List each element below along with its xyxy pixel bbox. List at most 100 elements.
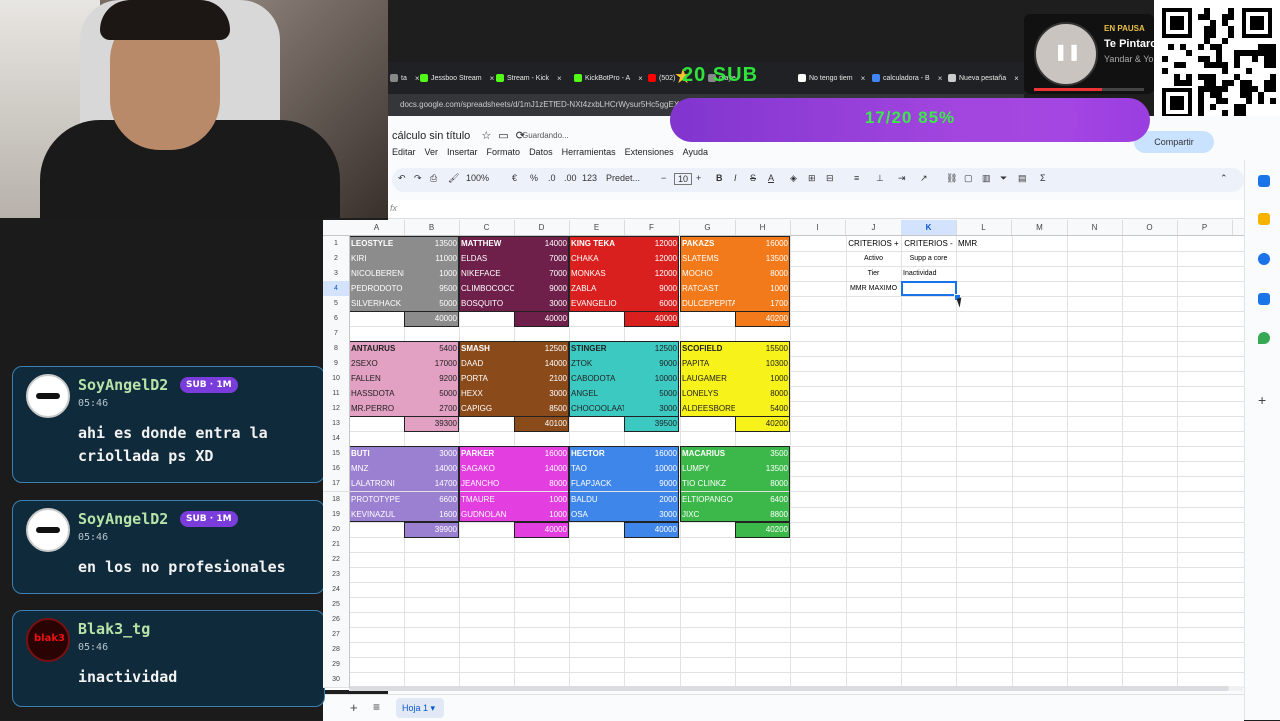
add-sheet-icon[interactable]: +: [350, 700, 358, 715]
player-value[interactable]: 5400: [735, 401, 790, 416]
captain-name[interactable]: SMASH: [459, 341, 514, 356]
row-header-2[interactable]: 2: [323, 251, 350, 267]
player-value[interactable]: 3000: [624, 401, 679, 416]
team-total[interactable]: 40000: [404, 311, 459, 326]
row-header-20[interactable]: 20: [323, 522, 350, 538]
row-header-16[interactable]: 16: [323, 461, 350, 477]
criteria-cell[interactable]: Activo: [846, 251, 901, 266]
decrease-decimal-button[interactable]: .0: [548, 173, 556, 183]
player-value[interactable]: 2100: [514, 371, 569, 386]
browser-tab[interactable]: No tengo tiem ×: [798, 70, 865, 86]
close-tab-icon[interactable]: ×: [490, 74, 495, 83]
row-header-17[interactable]: 17: [323, 476, 350, 492]
borders-icon[interactable]: ⊞: [808, 173, 816, 184]
row-header-24[interactable]: 24: [323, 582, 350, 598]
selected-cell-K4[interactable]: [901, 281, 957, 296]
browser-tab[interactable]: ta ×: [390, 70, 420, 86]
strikethrough-icon[interactable]: S: [750, 173, 756, 183]
horizontal-scrollbar-thumb[interactable]: [349, 686, 1229, 691]
player-value[interactable]: 1000: [514, 492, 569, 507]
player-name[interactable]: PEDRODOTO: [349, 281, 404, 296]
criteria-plus-header[interactable]: CRITERIOS +: [846, 236, 901, 251]
row-header-18[interactable]: 18: [323, 492, 350, 508]
player-name[interactable]: ELTIOPANGO: [680, 492, 735, 507]
row-header-6[interactable]: 6: [323, 311, 350, 327]
team-total[interactable]: 40200: [735, 416, 790, 431]
player-name[interactable]: JIXC: [680, 507, 735, 522]
player-value[interactable]: 1000: [404, 266, 459, 281]
player-value[interactable]: 10300: [735, 356, 790, 371]
player-name[interactable]: FALLEN: [349, 371, 404, 386]
player-value[interactable]: 1000: [735, 281, 790, 296]
column-header-N[interactable]: N: [1067, 220, 1123, 235]
player-value[interactable]: 5000: [624, 386, 679, 401]
player-name[interactable]: KIRI: [349, 251, 404, 266]
player-name[interactable]: NICOLBERENICE: [349, 266, 404, 281]
captain-value[interactable]: 15500: [735, 341, 790, 356]
row-header-29[interactable]: 29: [323, 657, 350, 673]
filter-views-icon[interactable]: ▤: [1018, 173, 1027, 184]
contacts-icon[interactable]: [1258, 293, 1270, 305]
player-value[interactable]: 8500: [514, 401, 569, 416]
player-name[interactable]: ZABLA: [569, 281, 624, 296]
player-name[interactable]: GUDNOLAN: [459, 507, 514, 522]
row-header-8[interactable]: 8: [323, 341, 350, 357]
close-tab-icon[interactable]: ×: [1014, 74, 1019, 83]
team-total[interactable]: 40200: [735, 311, 790, 326]
menu-item[interactable]: Herramientas: [562, 147, 616, 157]
captain-value[interactable]: 16000: [624, 446, 679, 461]
player-value[interactable]: 14000: [404, 461, 459, 476]
player-name[interactable]: PORTA: [459, 371, 514, 386]
player-value[interactable]: 17000: [404, 356, 459, 371]
captain-value[interactable]: 16000: [514, 446, 569, 461]
team-total[interactable]: 39500: [624, 416, 679, 431]
player-value[interactable]: 7000: [514, 266, 569, 281]
row-header-14[interactable]: 14: [323, 431, 350, 447]
row-header-21[interactable]: 21: [323, 537, 350, 553]
player-name[interactable]: MNZ: [349, 461, 404, 476]
player-name[interactable]: RATCAST: [680, 281, 735, 296]
redo-icon[interactable]: ↷: [414, 173, 422, 184]
menu-item[interactable]: Ayuda: [683, 147, 708, 157]
comment-icon[interactable]: ▢: [964, 173, 973, 184]
player-value[interactable]: 9000: [624, 476, 679, 491]
player-value[interactable]: 1700: [735, 296, 790, 311]
chart-icon[interactable]: ▥: [982, 173, 991, 184]
row-header-23[interactable]: 23: [323, 567, 350, 583]
player-value[interactable]: 6400: [735, 492, 790, 507]
captain-value[interactable]: 12000: [624, 236, 679, 251]
mmr-header[interactable]: MMR: [956, 236, 1011, 251]
team-total[interactable]: 40100: [514, 416, 569, 431]
row-header-11[interactable]: 11: [323, 386, 350, 402]
link-icon[interactable]: ⛓: [946, 173, 957, 184]
player-name[interactable]: CAPIGG: [459, 401, 514, 416]
captain-name[interactable]: MATTHEW: [459, 236, 514, 251]
player-value[interactable]: 8800: [735, 507, 790, 522]
row-header-22[interactable]: 22: [323, 552, 350, 568]
font-size-increase[interactable]: +: [696, 173, 701, 183]
column-header-M[interactable]: M: [1012, 220, 1068, 235]
player-name[interactable]: ZTOK: [569, 356, 624, 371]
percent-format-button[interactable]: %: [530, 173, 538, 183]
captain-name[interactable]: KING TEKA: [569, 236, 624, 251]
captain-value[interactable]: 3000: [404, 446, 459, 461]
column-header-A[interactable]: A: [349, 220, 405, 235]
share-button[interactable]: Compartir: [1134, 131, 1214, 153]
collapse-toolbar-icon[interactable]: ⌃: [1220, 173, 1228, 184]
player-name[interactable]: ALDEESBORED: [680, 401, 735, 416]
player-value[interactable]: 8000: [514, 476, 569, 491]
team-total[interactable]: 40000: [624, 522, 679, 537]
player-value[interactable]: 10000: [624, 461, 679, 476]
horizontal-align-icon[interactable]: ≡: [854, 173, 859, 183]
menu-item[interactable]: Ver: [425, 147, 439, 157]
player-value[interactable]: 14700: [404, 476, 459, 491]
team-total[interactable]: 39900: [404, 522, 459, 537]
close-tab-icon[interactable]: ×: [415, 74, 420, 83]
player-value[interactable]: 12000: [624, 251, 679, 266]
menu-item[interactable]: Datos: [529, 147, 553, 157]
player-name[interactable]: CABODOTA: [569, 371, 624, 386]
row-header-30[interactable]: 30: [323, 672, 350, 688]
chat-username[interactable]: SoyAngelD2: [78, 510, 168, 528]
column-header-G[interactable]: G: [680, 220, 736, 235]
text-wrap-icon[interactable]: ⇥: [898, 173, 906, 184]
